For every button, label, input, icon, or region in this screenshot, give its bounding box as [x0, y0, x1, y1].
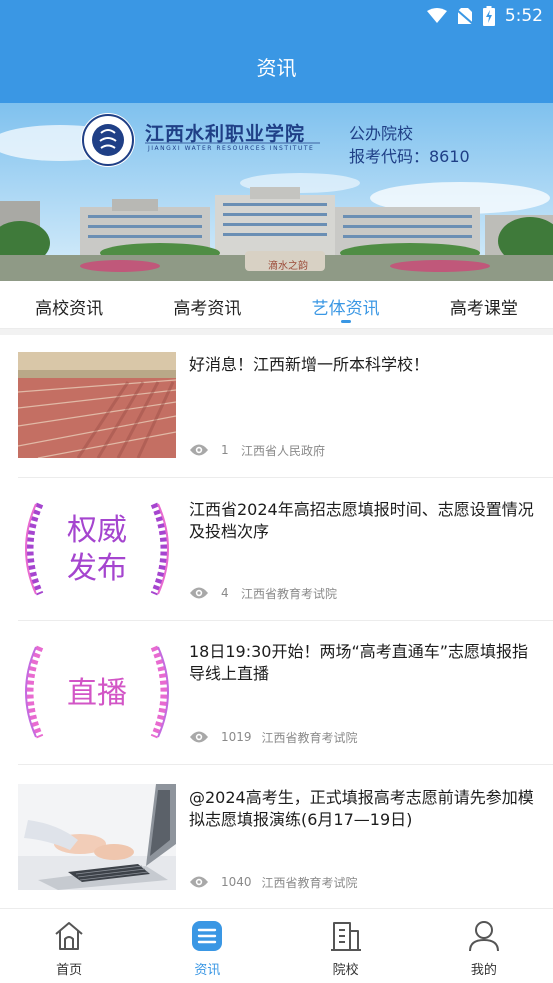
view-count: 1019 — [221, 730, 252, 744]
view-count: 4 — [221, 586, 229, 600]
news-item[interactable]: @2024高考生，正式填报高考志愿前请先参加模拟志愿填报演练(6月17—19日)… — [0, 765, 553, 908]
status-bar: 5:52 — [0, 0, 553, 32]
news-thumbnail: 直播 — [18, 639, 176, 745]
news-meta: 4 江西省教育考试院 — [189, 585, 337, 601]
view-count: 1 — [221, 443, 229, 457]
tab-indicator — [340, 320, 351, 323]
nav-label: 我的 — [470, 963, 497, 978]
bottom-navigation: 首页 资讯 院校 我的 — [0, 908, 553, 983]
no-sim-icon — [456, 8, 473, 25]
user-icon — [468, 921, 499, 952]
news-icon — [192, 921, 223, 951]
news-item[interactable]: 权威 发布 江西省2024年高招志愿填报时间、志愿设置情况及投档次序 4 江西省… — [0, 478, 553, 621]
news-source: 江西省教育考试院 — [261, 875, 358, 890]
tab-gaokao-news[interactable]: 高考资讯 — [138, 281, 276, 328]
tab-art-sports-news[interactable]: 艺体资讯 — [277, 281, 415, 328]
school-name: 江西水利职业学院 — [145, 123, 306, 145]
status-time: 5:52 — [504, 6, 543, 26]
stamp-text: 直播 — [67, 676, 127, 711]
news-title: 江西省2024年高招志愿填报时间、志愿设置情况及投档次序 — [189, 500, 534, 541]
news-title: @2024高考生，正式填报高考志愿前请先参加模拟志愿填报演练(6月17—19日) — [189, 788, 534, 829]
eye-icon — [190, 587, 208, 599]
home-icon — [55, 922, 83, 950]
app-header: 5:52 资讯 — [0, 0, 553, 103]
nav-profile[interactable]: 我的 — [415, 909, 553, 983]
page-title: 资讯 — [256, 56, 297, 80]
school-code: 报考代码：8610 — [349, 147, 470, 166]
category-tabs: 高校资讯 高考资讯 艺体资讯 高考课堂 — [0, 281, 553, 329]
news-meta: 1019 江西省教育考试院 — [189, 729, 358, 745]
news-source: 江西省教育考试院 — [241, 586, 338, 601]
school-banner[interactable]: 江西水利职业学院 JIANGXI WATER RESOURCES INSTITU… — [0, 103, 553, 281]
stamp-text: 权威 — [67, 513, 127, 548]
nav-label: 首页 — [56, 963, 83, 978]
eye-icon — [190, 876, 208, 888]
tab-college-news[interactable]: 高校资讯 — [0, 281, 138, 328]
nav-news[interactable]: 资讯 — [138, 909, 276, 983]
view-count: 1040 — [221, 875, 252, 889]
nav-home[interactable]: 首页 — [0, 909, 138, 983]
news-source: 江西省教育考试院 — [261, 730, 358, 745]
news-title: 18日19:30开始！两场“高考直通车”志愿填报指导线上直播 — [189, 642, 529, 683]
battery-charging-icon — [482, 6, 495, 26]
tab-gaokao-class[interactable]: 高考课堂 — [415, 281, 553, 328]
eye-icon — [190, 731, 208, 743]
wifi-icon — [426, 8, 447, 23]
news-title: 好消息！江西新增一所本科学校！ — [189, 355, 430, 374]
stone-inscription: 滴水之韵 — [268, 261, 308, 272]
news-item[interactable]: 直播 18日19:30开始！两场“高考直通车”志愿填报指导线上直播 1019 江… — [0, 621, 553, 765]
eye-icon — [190, 444, 208, 456]
stamp-text: 发布 — [67, 551, 127, 586]
nav-school[interactable]: 院校 — [277, 909, 415, 983]
news-meta: 1 江西省人民政府 — [189, 442, 325, 458]
school-name-en: JIANGXI WATER RESOURCES INSTITUTE — [148, 145, 315, 152]
news-meta: 1040 江西省教育考试院 — [189, 874, 358, 890]
nav-label: 资讯 — [194, 963, 221, 978]
news-thumbnail: 权威 发布 — [18, 496, 176, 602]
school-type: 公办院校 — [349, 124, 414, 143]
school-icon — [330, 922, 361, 951]
news-source: 江西省人民政府 — [241, 443, 326, 458]
news-item[interactable]: 好消息！江西新增一所本科学校！ 1 江西省人民政府 — [0, 335, 553, 478]
nav-label: 院校 — [332, 963, 359, 978]
news-thumbnail — [18, 352, 176, 458]
news-thumbnail — [18, 784, 176, 890]
